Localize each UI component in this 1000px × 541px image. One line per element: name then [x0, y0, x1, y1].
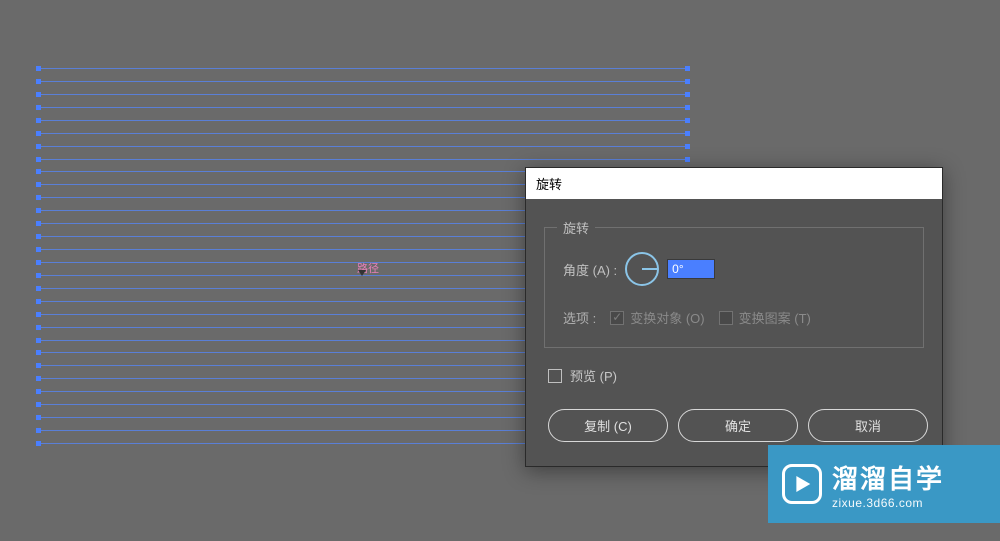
anchor-point-icon[interactable]	[36, 118, 41, 123]
anchor-point-icon[interactable]	[36, 247, 41, 252]
rotate-fieldset: 旋转 角度 (A) : 选项 : 变换对象 (O) 变换图案 (T)	[544, 227, 924, 348]
anchor-point-icon[interactable]	[36, 350, 41, 355]
ok-button[interactable]: 确定	[678, 409, 798, 442]
anchor-point-icon[interactable]	[36, 441, 41, 446]
anchor-point-icon[interactable]	[36, 389, 41, 394]
angle-input[interactable]	[667, 259, 715, 279]
anchor-point-icon[interactable]	[685, 144, 690, 149]
dialog-title: 旋转	[526, 168, 942, 199]
selected-line[interactable]	[38, 120, 688, 121]
watermark-title: 溜溜自学	[832, 459, 944, 496]
anchor-point-icon[interactable]	[36, 169, 41, 174]
checkbox-checked-icon	[610, 311, 624, 325]
anchor-point-icon[interactable]	[685, 131, 690, 136]
anchor-point-icon[interactable]	[36, 195, 41, 200]
anchor-point-icon[interactable]	[36, 221, 41, 226]
preview-label: 预览 (P)	[570, 366, 617, 385]
anchor-point-icon[interactable]	[36, 286, 41, 291]
anchor-point-icon[interactable]	[36, 363, 41, 368]
anchor-point-icon[interactable]	[36, 131, 41, 136]
transform-patterns-checkbox: 变换图案 (T)	[719, 308, 811, 327]
anchor-point-icon[interactable]	[36, 208, 41, 213]
options-label: 选项 :	[563, 308, 596, 327]
anchor-point-icon[interactable]	[685, 105, 690, 110]
transform-patterns-label: 变换图案 (T)	[739, 308, 811, 327]
selected-line[interactable]	[38, 107, 688, 108]
selected-line[interactable]	[38, 146, 688, 147]
angle-dial-icon[interactable]	[625, 252, 659, 286]
selected-line[interactable]	[38, 133, 688, 134]
anchor-point-icon[interactable]	[36, 144, 41, 149]
anchor-point-icon[interactable]	[36, 273, 41, 278]
selected-line[interactable]	[38, 94, 688, 95]
anchor-point-icon[interactable]	[685, 92, 690, 97]
anchor-point-icon[interactable]	[685, 66, 690, 71]
anchor-point-icon[interactable]	[685, 157, 690, 162]
anchor-point-icon[interactable]	[36, 234, 41, 239]
anchor-point-icon[interactable]	[36, 260, 41, 265]
anchor-point-icon[interactable]	[36, 66, 41, 71]
anchor-point-icon[interactable]	[36, 105, 41, 110]
watermark-url: zixue.3d66.com	[832, 496, 944, 510]
transform-objects-checkbox: 变换对象 (O)	[610, 308, 704, 327]
preview-checkbox[interactable]: 预览 (P)	[548, 366, 924, 385]
watermark: 溜溜自学 zixue.3d66.com	[768, 445, 1000, 523]
copy-button[interactable]: 复制 (C)	[548, 409, 668, 442]
anchor-point-icon[interactable]	[36, 415, 41, 420]
anchor-point-icon[interactable]	[36, 428, 41, 433]
anchor-point-icon[interactable]	[36, 312, 41, 317]
checkbox-empty-icon	[719, 311, 733, 325]
checkbox-empty-icon	[548, 369, 562, 383]
anchor-point-icon[interactable]	[36, 299, 41, 304]
selected-line[interactable]	[38, 159, 688, 160]
angle-label: 角度 (A) :	[563, 260, 617, 279]
anchor-point-icon[interactable]	[36, 157, 41, 162]
anchor-point-icon[interactable]	[36, 182, 41, 187]
pivot-cursor-icon	[358, 270, 366, 278]
selected-line[interactable]	[38, 68, 688, 69]
anchor-point-icon[interactable]	[36, 402, 41, 407]
play-icon	[782, 464, 822, 504]
anchor-point-icon[interactable]	[36, 92, 41, 97]
anchor-point-icon[interactable]	[36, 325, 41, 330]
anchor-point-icon[interactable]	[685, 118, 690, 123]
anchor-point-icon[interactable]	[36, 79, 41, 84]
fieldset-legend: 旋转	[557, 218, 595, 237]
anchor-point-icon[interactable]	[685, 79, 690, 84]
cancel-button[interactable]: 取消	[808, 409, 928, 442]
rotate-dialog: 旋转 旋转 角度 (A) : 选项 : 变换对象 (O) 变换图案 (T)	[525, 167, 943, 467]
transform-objects-label: 变换对象 (O)	[630, 308, 704, 327]
anchor-point-icon[interactable]	[36, 338, 41, 343]
anchor-point-icon[interactable]	[36, 376, 41, 381]
selected-line[interactable]	[38, 81, 688, 82]
